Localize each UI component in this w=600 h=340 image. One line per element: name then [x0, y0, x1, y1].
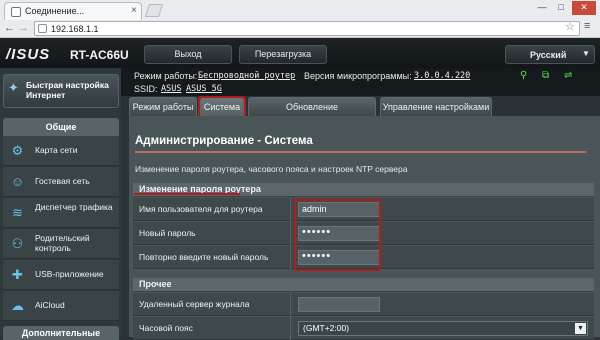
sidebar-item-usb-app[interactable]: ✚ USB-приложение	[3, 260, 119, 290]
row-divider	[290, 246, 291, 269]
sidebar-item-parental-control[interactable]: ⚇ Родительский контроль	[3, 229, 119, 259]
title-underline	[135, 151, 586, 153]
system-tab-highlight	[198, 96, 246, 118]
browser-menu-icon[interactable]: ≡	[584, 20, 590, 32]
ssid-5g-link[interactable]: ASUS_5G	[186, 84, 222, 94]
chevron-down-icon: ▼	[582, 49, 590, 58]
row-divider	[290, 222, 291, 245]
page-description: Изменение пароля роутера, часового пояса…	[135, 164, 408, 174]
ssid-2g-link[interactable]: ASUS	[161, 84, 181, 94]
firmware-link[interactable]: 3.0.0.4.220	[414, 71, 470, 81]
sidebar-item-label: USB-приложение	[35, 269, 104, 279]
sidebar-item-label: Диспетчер трафика	[35, 202, 113, 212]
tab-firmware-upgrade[interactable]: Обновление микропрограммы	[248, 97, 376, 130]
window-maximize-button[interactable]: □	[552, 1, 570, 15]
tab-close-icon[interactable]: ×	[131, 5, 137, 16]
sidebar-item-aicloud[interactable]: ☁ AiCloud	[3, 291, 119, 321]
timezone-label: Часовой пояс	[139, 323, 193, 333]
sidebar-section-advanced: Дополнительные	[3, 326, 119, 340]
sidebar-item-label: AiCloud	[35, 300, 65, 310]
quick-setup-button[interactable]: ✦ Быстрая настройка Интернет	[3, 74, 119, 108]
misc-group-header: Прочее	[133, 278, 594, 292]
bookmark-star-icon[interactable]: ☆	[565, 20, 575, 33]
syslog-label: Удаленный сервер журнала	[139, 299, 250, 309]
firmware-label: Версия микропрограммы:	[304, 71, 412, 81]
wand-icon: ✦	[8, 80, 19, 95]
parental-control-icon: ⚇	[11, 236, 24, 251]
cloud-icon: ☁	[11, 298, 24, 313]
page-info-icon	[38, 24, 47, 33]
tab-operation-mode[interactable]: Режим работы	[129, 97, 197, 116]
username-label: Имя пользователя для роутера	[139, 204, 263, 214]
usb-icon[interactable]: ⇌	[564, 70, 572, 81]
page-title: Администрирование - Система	[135, 135, 313, 147]
sidebar-item-traffic-manager[interactable]: ≋ Диспетчер трафика	[3, 198, 119, 228]
row-divider	[290, 293, 291, 316]
password-header-highlight	[134, 181, 240, 195]
ssid-label: SSID:	[134, 84, 158, 94]
misc-group-label: Прочее	[139, 279, 172, 289]
language-label: Русский	[530, 50, 567, 60]
mode-label: Режим работы:	[134, 71, 198, 81]
forward-arrow-icon[interactable]: →	[18, 22, 29, 34]
syslog-server-field[interactable]	[298, 297, 380, 312]
page-favicon-icon	[11, 7, 21, 17]
sidebar-item-label: Родительский контроль	[35, 233, 90, 253]
traffic-manager-icon: ≋	[12, 205, 23, 220]
window-minimize-button[interactable]: —	[533, 1, 551, 15]
window-close-button[interactable]: ✕	[572, 1, 596, 15]
password-fields-highlight	[294, 199, 381, 271]
mode-link[interactable]: Беспроводной роутер	[198, 71, 295, 81]
new-password-label: Новый пароль	[139, 228, 196, 238]
timezone-select[interactable]: (GMT+2:00) ▼	[298, 321, 588, 336]
repeat-password-label: Повторно введите новый пароль	[139, 252, 269, 262]
usb-app-icon: ✚	[12, 267, 23, 282]
copy-icon[interactable]: ⧉	[542, 70, 549, 81]
chevron-down-icon: ▼	[575, 323, 586, 334]
network-map-icon: ⚙	[11, 143, 24, 158]
reboot-button[interactable]: Перезагрузка	[239, 45, 327, 64]
browser-tab-title: Соединение...	[25, 6, 85, 16]
row-divider	[290, 198, 291, 221]
browser-tab[interactable]: Соединение... ×	[4, 2, 142, 20]
sidebar-item-label: Карта сети	[35, 145, 78, 155]
back-arrow-icon[interactable]: ←	[4, 22, 15, 34]
quick-setup-label: Быстрая настройка Интернет	[26, 80, 109, 100]
router-model: RT-AC66U	[70, 48, 129, 62]
person-icon[interactable]: ⚲	[520, 70, 527, 81]
sidebar-section-general: Общие	[3, 118, 119, 136]
timezone-value: (GMT+2:00)	[303, 323, 350, 333]
language-select[interactable]: Русский ▼	[505, 45, 595, 64]
guest-network-icon: ☺	[10, 174, 25, 189]
sidebar-item-guest-network[interactable]: ☺ Гостевая сеть	[3, 167, 119, 197]
tab-settings-management[interactable]: Управление настройками	[380, 97, 492, 116]
address-text: 192.168.1.1	[51, 24, 99, 34]
address-bar[interactable]: 192.168.1.1	[34, 21, 580, 36]
sidebar-item-network-map[interactable]: ⚙ Карта сети	[3, 136, 119, 166]
asus-logo: /ISUS	[6, 46, 51, 63]
syslog-row: Удаленный сервер журнала	[133, 293, 594, 316]
logout-button[interactable]: Выход	[144, 45, 232, 64]
sidebar-item-label: Гостевая сеть	[35, 176, 90, 186]
